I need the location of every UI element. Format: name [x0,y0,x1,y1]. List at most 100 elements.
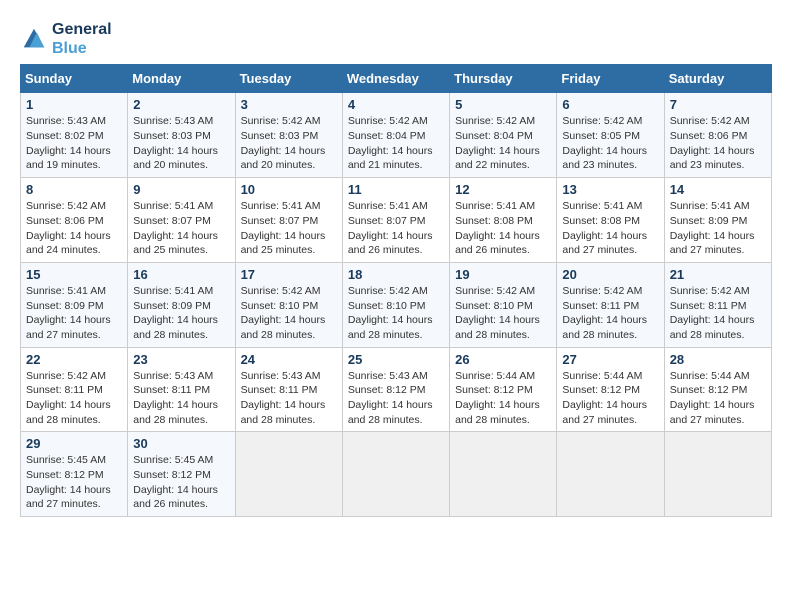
calendar-cell: 16 Sunrise: 5:41 AM Sunset: 8:09 PM Dayli… [128,262,235,347]
calendar-cell: 10 Sunrise: 5:41 AM Sunset: 8:07 PM Dayli… [235,178,342,263]
calendar-cell: 28 Sunrise: 5:44 AM Sunset: 8:12 PM Dayli… [664,347,771,432]
day-number: 30 [133,436,229,451]
day-detail: Sunrise: 5:41 AM Sunset: 8:08 PM Dayligh… [455,199,551,258]
day-number: 27 [562,352,658,367]
day-detail: Sunrise: 5:42 AM Sunset: 8:04 PM Dayligh… [348,114,444,173]
calendar-table: SundayMondayTuesdayWednesdayThursdayFrid… [20,64,772,517]
calendar-cell: 23Sunrise: 5:43 AM Sunset: 8:11 PM Dayli… [128,347,235,432]
day-number: 20 [562,267,658,282]
day-detail: Sunrise: 5:41 AM Sunset: 8:07 PM Dayligh… [133,199,229,258]
day-header-saturday: Saturday [664,65,771,93]
day-detail: Sunrise: 5:42 AM Sunset: 8:04 PM Dayligh… [455,114,551,173]
day-header-thursday: Thursday [450,65,557,93]
calendar-cell: 9Sunrise: 5:41 AM Sunset: 8:07 PM Daylig… [128,178,235,263]
day-detail: Sunrise: 5:43 AM Sunset: 8:12 PM Dayligh… [348,369,444,428]
calendar-cell: 25 Sunrise: 5:43 AM Sunset: 8:12 PM Dayli… [342,347,449,432]
day-number: 13 [562,182,658,197]
calendar-cell: 21 Sunrise: 5:42 AM Sunset: 8:11 PM Dayli… [664,262,771,347]
calendar-cell: 4 Sunrise: 5:42 AM Sunset: 8:04 PM Daylig… [342,93,449,178]
day-detail: Sunrise: 5:43 AM Sunset: 8:11 PM Dayligh… [241,369,337,428]
day-detail: Sunrise: 5:42 AM Sunset: 8:06 PM Dayligh… [670,114,766,173]
day-number: 4 [348,97,444,112]
calendar-cell: 13 Sunrise: 5:41 AM Sunset: 8:08 PM Dayli… [557,178,664,263]
day-detail: Sunrise: 5:42 AM Sunset: 8:05 PM Dayligh… [562,114,658,173]
day-number: 6 [562,97,658,112]
day-number: 8 [26,182,122,197]
day-detail: Sunrise: 5:42 AM Sunset: 8:11 PM Dayligh… [26,369,122,428]
calendar-cell: 1 Sunrise: 5:43 AM Sunset: 8:02 PM Daylig… [21,93,128,178]
calendar-cell: 3 Sunrise: 5:42 AM Sunset: 8:03 PM Daylig… [235,93,342,178]
day-detail: Sunrise: 5:44 AM Sunset: 8:12 PM Dayligh… [670,369,766,428]
day-number: 23 [133,352,229,367]
calendar-cell: 24 Sunrise: 5:43 AM Sunset: 8:11 PM Dayli… [235,347,342,432]
day-detail: Sunrise: 5:44 AM Sunset: 8:12 PM Dayligh… [562,369,658,428]
calendar-cell: 29 Sunrise: 5:45 AM Sunset: 8:12 PM Dayli… [21,432,128,517]
day-number: 3 [241,97,337,112]
calendar-cell: 12 Sunrise: 5:41 AM Sunset: 8:08 PM Dayli… [450,178,557,263]
day-header-tuesday: Tuesday [235,65,342,93]
day-detail: Sunrise: 5:41 AM Sunset: 8:07 PM Dayligh… [241,199,337,258]
calendar-cell: 20Sunrise: 5:42 AM Sunset: 8:11 PM Dayli… [557,262,664,347]
day-detail: Sunrise: 5:42 AM Sunset: 8:10 PM Dayligh… [348,284,444,343]
calendar-cell: 5 Sunrise: 5:42 AM Sunset: 8:04 PM Daylig… [450,93,557,178]
day-detail: Sunrise: 5:45 AM Sunset: 8:12 PM Dayligh… [26,453,122,512]
day-number: 11 [348,182,444,197]
calendar-cell: 22Sunrise: 5:42 AM Sunset: 8:11 PM Dayli… [21,347,128,432]
logo-text: General Blue [52,20,112,58]
day-detail: Sunrise: 5:42 AM Sunset: 8:11 PM Dayligh… [670,284,766,343]
calendar-cell: 11 Sunrise: 5:41 AM Sunset: 8:07 PM Dayli… [342,178,449,263]
calendar-cell: 19 Sunrise: 5:42 AM Sunset: 8:10 PM Dayli… [450,262,557,347]
calendar-container: General Blue SundayMondayTuesdayWednesda… [20,20,772,517]
calendar-cell [450,432,557,517]
calendar-cell: 2Sunrise: 5:43 AM Sunset: 8:03 PM Daylig… [128,93,235,178]
day-detail: Sunrise: 5:42 AM Sunset: 8:10 PM Dayligh… [241,284,337,343]
day-detail: Sunrise: 5:44 AM Sunset: 8:12 PM Dayligh… [455,369,551,428]
day-number: 29 [26,436,122,451]
calendar-cell: 17 Sunrise: 5:42 AM Sunset: 8:10 PM Dayli… [235,262,342,347]
calendar-cell: 14 Sunrise: 5:41 AM Sunset: 8:09 PM Dayli… [664,178,771,263]
calendar-cell: 8 Sunrise: 5:42 AM Sunset: 8:06 PM Daylig… [21,178,128,263]
day-header-wednesday: Wednesday [342,65,449,93]
day-detail: Sunrise: 5:42 AM Sunset: 8:10 PM Dayligh… [455,284,551,343]
day-number: 7 [670,97,766,112]
day-number: 18 [348,267,444,282]
calendar-cell: 18 Sunrise: 5:42 AM Sunset: 8:10 PM Dayli… [342,262,449,347]
calendar-cell: 26 Sunrise: 5:44 AM Sunset: 8:12 PM Dayli… [450,347,557,432]
calendar-cell [557,432,664,517]
day-number: 21 [670,267,766,282]
day-number: 12 [455,182,551,197]
day-header-friday: Friday [557,65,664,93]
day-number: 10 [241,182,337,197]
calendar-cell: 30 Sunrise: 5:45 AM Sunset: 8:12 PM Dayli… [128,432,235,517]
calendar-cell: 15 Sunrise: 5:41 AM Sunset: 8:09 PM Dayli… [21,262,128,347]
calendar-cell: 7 Sunrise: 5:42 AM Sunset: 8:06 PM Daylig… [664,93,771,178]
day-detail: Sunrise: 5:45 AM Sunset: 8:12 PM Dayligh… [133,453,229,512]
day-number: 5 [455,97,551,112]
day-detail: Sunrise: 5:43 AM Sunset: 8:03 PM Dayligh… [133,114,229,173]
day-number: 26 [455,352,551,367]
day-number: 14 [670,182,766,197]
day-number: 17 [241,267,337,282]
day-header-monday: Monday [128,65,235,93]
day-number: 1 [26,97,122,112]
day-detail: Sunrise: 5:41 AM Sunset: 8:09 PM Dayligh… [670,199,766,258]
day-number: 16 [133,267,229,282]
day-number: 25 [348,352,444,367]
calendar-cell [342,432,449,517]
calendar-cell [235,432,342,517]
day-detail: Sunrise: 5:42 AM Sunset: 8:06 PM Dayligh… [26,199,122,258]
logo: General Blue [20,20,112,58]
day-detail: Sunrise: 5:43 AM Sunset: 8:02 PM Dayligh… [26,114,122,173]
day-detail: Sunrise: 5:41 AM Sunset: 8:08 PM Dayligh… [562,199,658,258]
day-number: 19 [455,267,551,282]
day-detail: Sunrise: 5:41 AM Sunset: 8:09 PM Dayligh… [26,284,122,343]
day-detail: Sunrise: 5:42 AM Sunset: 8:03 PM Dayligh… [241,114,337,173]
day-number: 15 [26,267,122,282]
logo-icon [20,25,48,53]
day-number: 28 [670,352,766,367]
day-detail: Sunrise: 5:41 AM Sunset: 8:07 PM Dayligh… [348,199,444,258]
calendar-cell: 6 Sunrise: 5:42 AM Sunset: 8:05 PM Daylig… [557,93,664,178]
calendar-cell: 27 Sunrise: 5:44 AM Sunset: 8:12 PM Dayli… [557,347,664,432]
day-number: 24 [241,352,337,367]
day-detail: Sunrise: 5:41 AM Sunset: 8:09 PM Dayligh… [133,284,229,343]
